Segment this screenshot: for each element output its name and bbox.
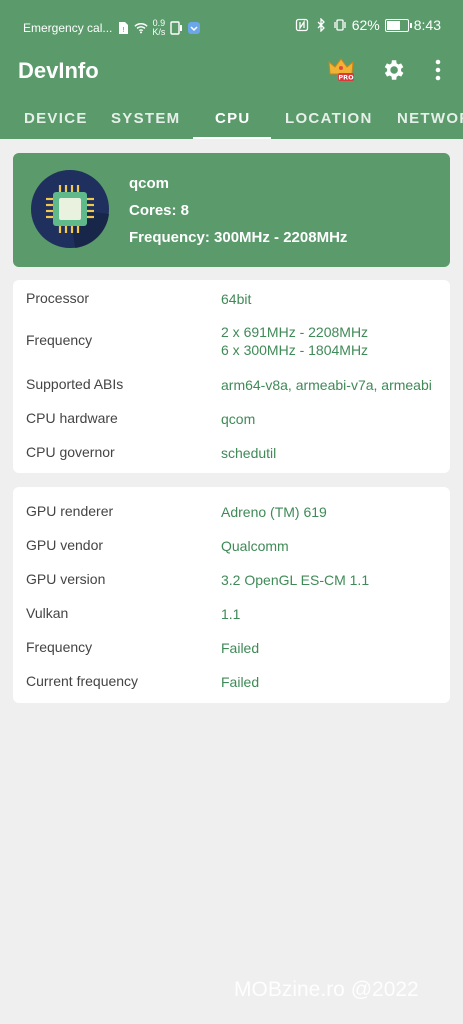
tab-cpu[interactable]: CPU xyxy=(215,110,251,127)
row-label: Frequency xyxy=(26,332,93,348)
row-value[interactable]: Adreno (TM) 619 xyxy=(221,503,327,521)
row-label: CPU governor xyxy=(26,444,115,460)
row-value[interactable]: Failed xyxy=(221,639,259,657)
row-value[interactable]: schedutil xyxy=(221,444,276,462)
row-value[interactable]: 3.2 OpenGL ES-CM 1.1 xyxy=(221,571,369,589)
row-label: GPU renderer xyxy=(26,503,114,519)
row-label: Processor xyxy=(26,290,90,306)
carrier-text: Emergency cal... xyxy=(23,21,113,35)
vibrate-icon xyxy=(334,19,346,31)
watermark: MOBzine.ro @2022 xyxy=(234,978,419,1001)
tab-network[interactable]: NETWORK xyxy=(397,110,463,127)
cpu-summary-card: qcom Cores: 8 Frequency: 300MHz - 2208MH… xyxy=(13,153,450,267)
row-label: GPU version xyxy=(26,571,106,587)
row-label: GPU vendor xyxy=(26,537,104,553)
row-label: CPU hardware xyxy=(26,410,118,426)
tab-location[interactable]: LOCATION xyxy=(285,110,373,127)
tab-bar: DEVICE SYSTEM CPU LOCATION NETWORK xyxy=(0,104,463,139)
more-vert-icon[interactable] xyxy=(432,57,444,83)
tab-system[interactable]: SYSTEM xyxy=(111,110,180,127)
cpu-cores: Cores: 8 xyxy=(129,202,190,219)
status-bar: Emergency cal... ! 0.9 K/s 62% 8:43 xyxy=(0,0,463,52)
clock: 8:43 xyxy=(413,17,441,33)
gpu-info-card: GPU renderer Adreno (TM) 619 GPU vendor … xyxy=(13,487,450,703)
net-speed: 0.9 K/s xyxy=(152,18,166,37)
wifi-icon xyxy=(134,23,148,34)
cpu-frequency-range: Frequency: 300MHz - 2208MHz xyxy=(129,229,348,246)
row-label: Frequency xyxy=(26,639,93,655)
sim-card-icon: ! xyxy=(119,22,129,34)
row-value[interactable]: Failed xyxy=(221,673,259,691)
pro-badge-text: PRO xyxy=(338,74,354,82)
crown-pro-icon[interactable]: PRO xyxy=(327,56,355,82)
row-value[interactable]: Qualcomm xyxy=(221,537,289,555)
gear-icon[interactable] xyxy=(380,57,406,83)
tab-device[interactable]: DEVICE xyxy=(24,110,88,127)
row-label: Vulkan xyxy=(26,605,69,621)
row-value[interactable]: qcom xyxy=(221,410,255,428)
bluetooth-icon xyxy=(317,18,325,32)
app-bar: Emergency cal... ! 0.9 K/s 62% 8:43 DevIn… xyxy=(0,0,463,139)
tab-indicator xyxy=(193,137,271,139)
row-value[interactable]: 64bit xyxy=(221,290,251,308)
svg-text:!: ! xyxy=(122,26,125,34)
cpu-chip-icon xyxy=(31,170,109,248)
cpu-info-card: Processor 64bit Frequency 2 x 691MHz - 2… xyxy=(13,280,450,473)
row-value[interactable]: 2 x 691MHz - 2208MHz 6 x 300MHz - 1804MHz xyxy=(221,323,368,359)
row-label: Supported ABIs xyxy=(26,376,124,392)
app-title: DevInfo xyxy=(18,58,99,83)
row-label: Current frequency xyxy=(26,673,139,689)
cpu-vendor: qcom xyxy=(129,175,170,192)
battery-icon xyxy=(384,18,412,32)
row-value[interactable]: arm64-v8a, armeabi-v7a, armeabi xyxy=(221,376,432,394)
shield-app-icon xyxy=(188,22,201,34)
tablet-icon xyxy=(170,21,183,35)
row-value[interactable]: 1.1 xyxy=(221,605,240,623)
battery-percent: 62% xyxy=(351,17,380,33)
nfc-icon xyxy=(295,18,308,32)
